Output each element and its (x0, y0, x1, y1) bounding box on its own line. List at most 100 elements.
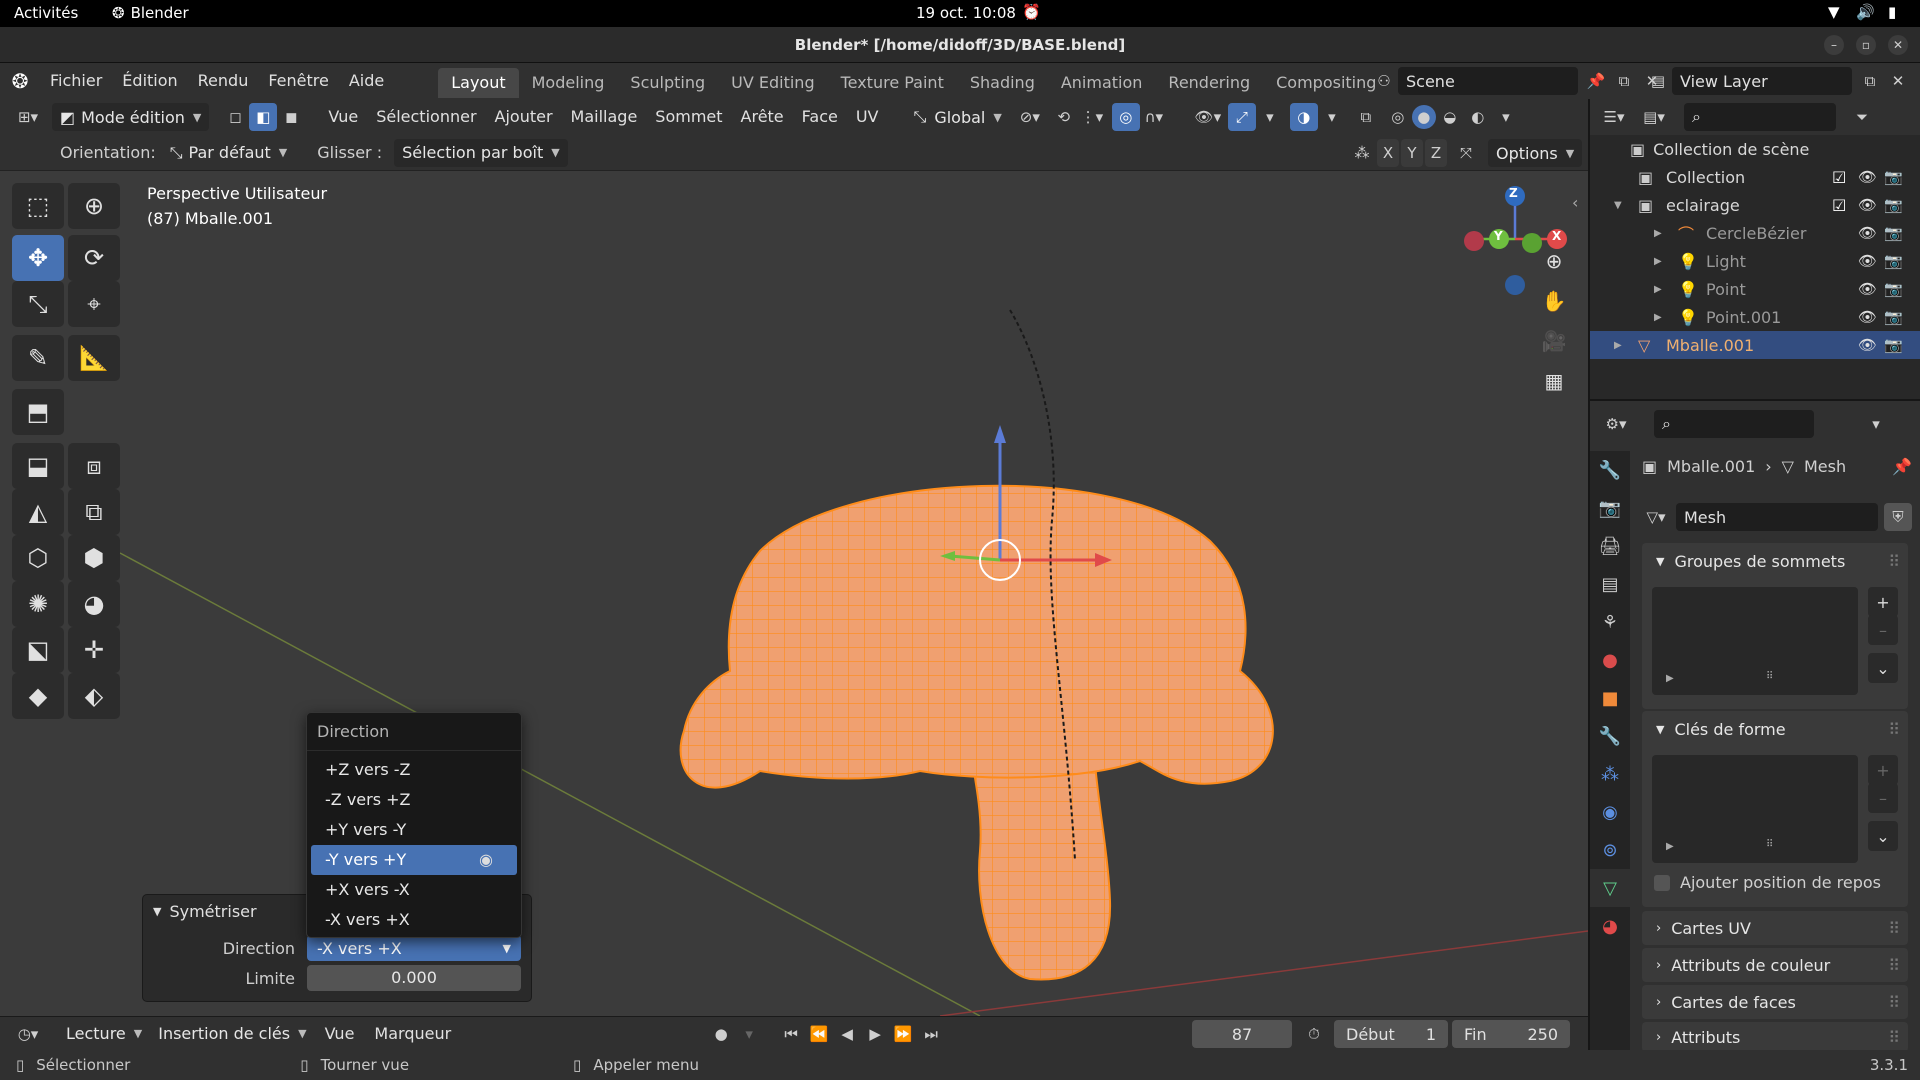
rest-position-checkbox[interactable] (1654, 874, 1670, 891)
knife-tool[interactable]: ⬡ (12, 535, 64, 581)
viewport-menu-2[interactable]: Ajouter (486, 99, 562, 135)
move-tool[interactable]: ✥ (12, 235, 64, 281)
workspace-tab-5[interactable]: Shading (957, 68, 1048, 98)
gizmo-dropdown-icon[interactable]: ▾ (1256, 103, 1284, 131)
rip-tool[interactable]: ⬖ (68, 673, 120, 719)
render-tab-icon[interactable]: 📷 (1590, 489, 1630, 527)
poly-build-tool[interactable]: ⬢ (68, 535, 120, 581)
expand-arrow-icon[interactable]: ▶ (1654, 284, 1662, 295)
render-camera-icon[interactable]: 📷 (1884, 168, 1903, 186)
jump-start-icon[interactable]: ⏮ (777, 1020, 805, 1048)
jump-end-icon[interactable]: ⏭ (917, 1020, 945, 1048)
edge-slide-tool[interactable]: ⬕ (12, 627, 64, 673)
transform-tool[interactable]: ⌖ (68, 281, 120, 327)
workspace-tab-4[interactable]: Texture Paint (828, 68, 957, 98)
viewport-menu-1[interactable]: Sélectionner (367, 99, 485, 135)
viewport-menu-3[interactable]: Maillage (562, 99, 647, 135)
shading-material-icon[interactable]: ◒ (1436, 103, 1464, 131)
activities-button[interactable]: Activités (14, 4, 78, 22)
workspace-tab-1[interactable]: Modeling (519, 68, 618, 98)
measure-tool[interactable]: 📐 (68, 335, 120, 381)
view-layer-selector[interactable]: ▤ View Layer ⧉ ✕ (1644, 67, 1912, 95)
attributes-panel[interactable]: › Attributs ⠿ (1642, 1022, 1908, 1052)
editor-type-icon[interactable]: ⊞▾ (14, 103, 42, 131)
bevel-tool[interactable]: ◭ (12, 489, 64, 535)
color-attributes-panel[interactable]: › Attributs de couleur ⠿ (1642, 948, 1908, 982)
keying-set-icon[interactable]: ▾ (735, 1020, 763, 1048)
orientation-dropdown[interactable]: ⤡ Par défaut ▼ (162, 139, 296, 167)
visibility-eye-icon[interactable]: 👁 (1858, 168, 1877, 186)
pivot-icon[interactable]: ⊘▾ (1016, 103, 1044, 131)
transform-orientation-dropdown[interactable]: ⤡ Global ▼ (906, 103, 1010, 131)
shading-rendered-icon[interactable]: ◐ (1464, 103, 1492, 131)
visibility-eye-icon[interactable]: 👁 (1858, 280, 1877, 298)
view-layer-field[interactable]: View Layer (1672, 67, 1852, 95)
new-scene-icon[interactable]: ⧉ (1610, 67, 1638, 95)
record-icon[interactable]: ● (707, 1020, 735, 1048)
workspace-tab-6[interactable]: Animation (1048, 68, 1156, 98)
expand-arrow-icon[interactable]: ▼ (1614, 200, 1622, 211)
options-dropdown[interactable]: Options ▼ (1488, 139, 1583, 167)
uv-maps-panel[interactable]: › Cartes UV ⠿ (1642, 911, 1908, 945)
shading-dropdown-icon[interactable]: ▾ (1492, 103, 1520, 131)
expand-arrow-icon[interactable]: ▶ (1654, 256, 1662, 267)
visibility-eye-icon[interactable]: 👁 (1858, 224, 1877, 242)
render-camera-icon[interactable]: 📷 (1884, 196, 1903, 214)
vertex-select-icon[interactable]: ◻ (221, 103, 249, 131)
visibility-icon[interactable]: 👁▾ (1194, 103, 1222, 131)
menu-3[interactable]: Fenêtre (258, 63, 339, 99)
shape-keys-list[interactable]: ▶ ⠿ (1652, 755, 1858, 863)
timeline-marker-menu[interactable]: Marqueur (364, 1016, 461, 1052)
close-button[interactable]: ✕ (1888, 35, 1908, 55)
properties-search[interactable]: ⌕ (1654, 410, 1814, 438)
viewport-menu-6[interactable]: Face (793, 99, 847, 135)
keying-dropdown[interactable]: Insertion de clés ▼ (150, 1020, 314, 1048)
render-camera-icon[interactable]: 📷 (1884, 252, 1903, 270)
vertex-group-menu-button[interactable]: ⌄ (1868, 653, 1898, 683)
object-tab-icon[interactable]: ■ (1590, 679, 1630, 717)
face-select-icon[interactable]: ◼ (277, 103, 305, 131)
exclude-checkbox[interactable]: ☑ (1832, 196, 1846, 215)
menu-1[interactable]: Édition (112, 63, 187, 99)
face-maps-panel[interactable]: › Cartes de faces ⠿ (1642, 985, 1908, 1019)
exclude-checkbox[interactable]: ☑ (1832, 168, 1846, 187)
mesh-datablock-field[interactable]: Mesh (1676, 503, 1878, 531)
outliner-editor-icon[interactable]: ☰▾ (1600, 103, 1628, 131)
shading-wireframe-icon[interactable]: ◎ (1384, 103, 1412, 131)
falloff-icon[interactable]: ∩▾ (1140, 103, 1168, 131)
overlays-icon[interactable]: ◑ (1289, 103, 1318, 131)
vertex-groups-list[interactable]: ▶ ⠿ (1652, 587, 1858, 695)
menu-2[interactable]: Rendu (188, 63, 259, 99)
outliner-row-1[interactable]: ▼ ▣ eclairage ☑ 👁 📷 (1590, 191, 1920, 219)
remove-shape-key-button[interactable]: – (1868, 783, 1898, 813)
scene-field[interactable]: Scene (1398, 67, 1578, 95)
menu-4[interactable]: Aide (339, 63, 394, 99)
gizmo-icon[interactable]: ⤢ (1227, 103, 1256, 131)
viewport-menu-4[interactable]: Sommet (646, 99, 731, 135)
render-camera-icon[interactable]: 📷 (1884, 280, 1903, 298)
rest-position-row[interactable]: Ajouter position de repos (1654, 873, 1881, 892)
mirror-axis-1[interactable]: Y (1401, 139, 1423, 167)
zoom-icon[interactable]: ⊕ (1538, 249, 1570, 289)
viewport-menu-0[interactable]: Vue (319, 99, 367, 135)
playback-dropdown[interactable]: Lecture ▼ (58, 1020, 150, 1048)
scale-tool[interactable]: ⤡ (12, 281, 64, 327)
world-tab-icon[interactable]: ● (1590, 641, 1630, 679)
camera-icon[interactable]: 🎥 (1538, 329, 1570, 369)
outliner-search[interactable]: ⌕ (1684, 103, 1836, 131)
outliner-row-2[interactable]: ▶ ⌒ CercleBézier 👁 📷 (1590, 219, 1920, 247)
start-frame-field[interactable]: Début 1 (1334, 1020, 1448, 1048)
add-cube-tool[interactable]: ⬒ (12, 389, 64, 435)
data-tab-icon[interactable]: ▽ (1590, 869, 1630, 907)
scene-collection-row[interactable]: ▣ Collection de scène (1590, 135, 1920, 163)
clock[interactable]: 19 oct. 10:08 (916, 4, 1016, 22)
play-reverse-icon[interactable]: ◀ (833, 1020, 861, 1048)
direction-option-0[interactable]: +Z vers -Z (311, 755, 517, 785)
shear-tool[interactable]: ◆ (12, 673, 64, 719)
particles-tab-icon[interactable]: ⁂ (1590, 755, 1630, 793)
fake-user-icon[interactable]: ⛨ (1884, 503, 1912, 531)
ortho-grid-icon[interactable]: ▦ (1538, 369, 1570, 409)
inset-tool[interactable]: ⧈ (68, 443, 120, 489)
pan-hand-icon[interactable]: ✋ (1538, 289, 1570, 329)
add-shape-key-button[interactable]: + (1868, 755, 1898, 785)
